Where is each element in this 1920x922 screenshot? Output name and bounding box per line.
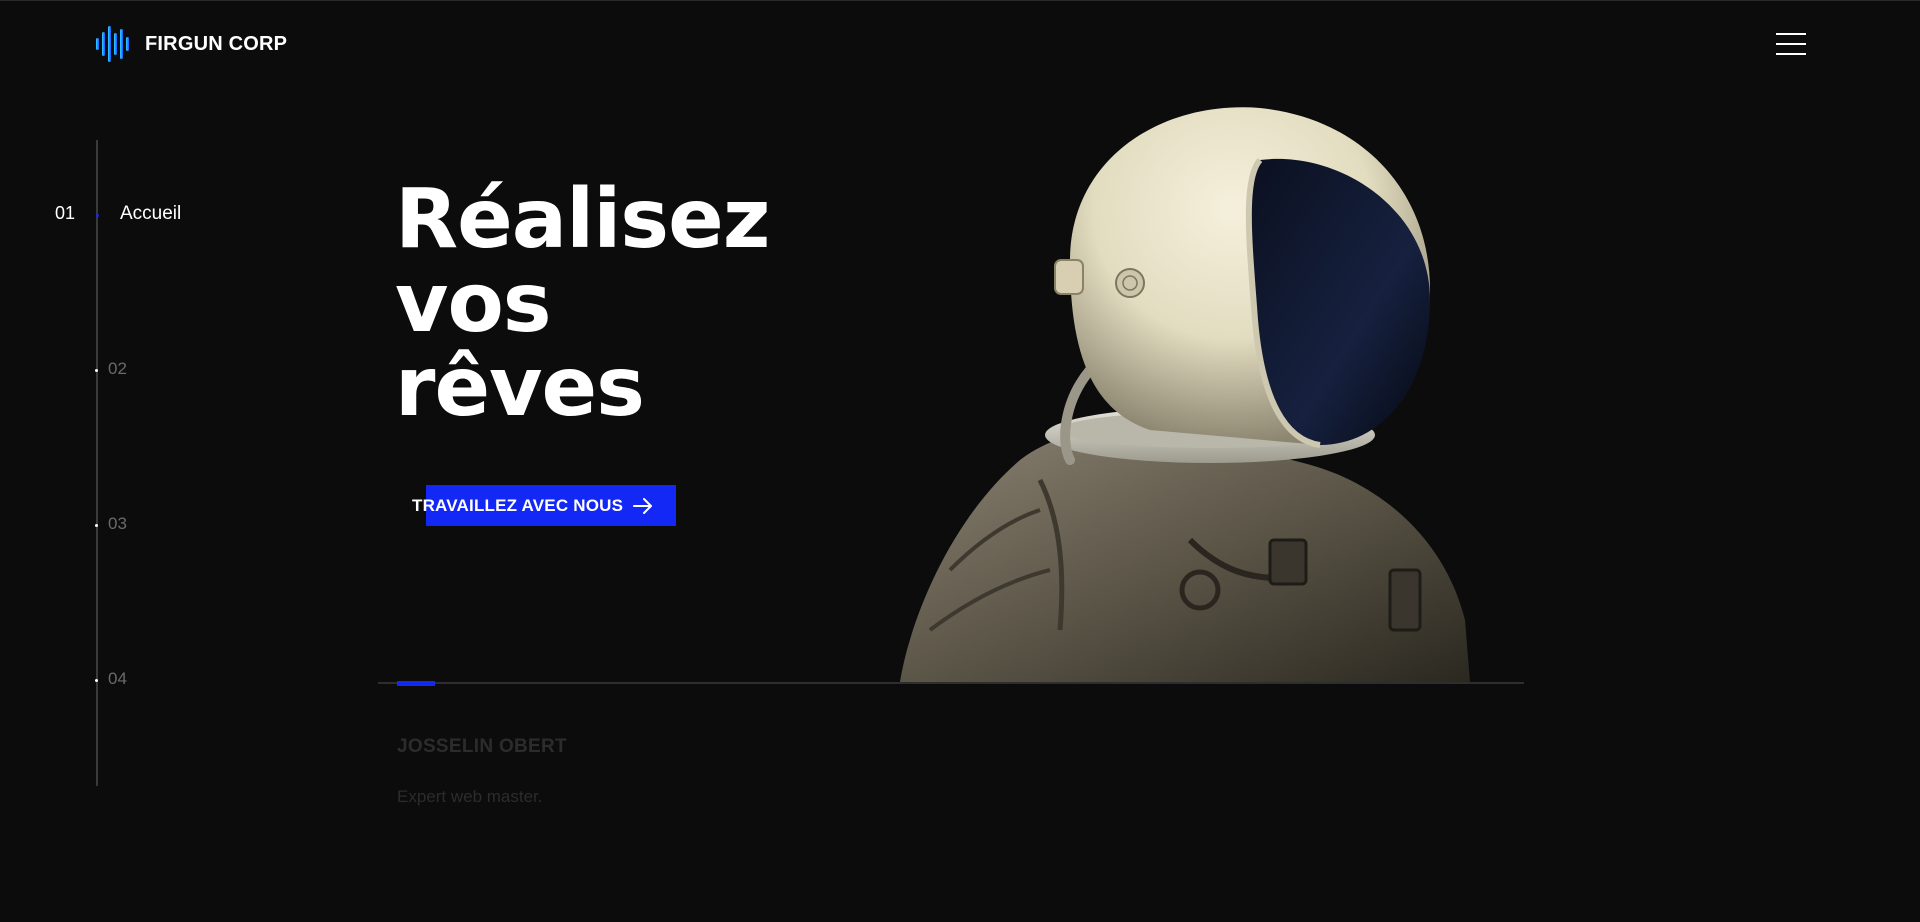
slide-nav-item-01[interactable]: 01 Accueil (55, 203, 181, 224)
slide-nav-item-03[interactable]: 03 (95, 514, 127, 534)
brand-name: FIRGUN CORP (145, 32, 288, 55)
slide-nav-number: 02 (108, 359, 127, 378)
work-with-us-label[interactable]: TRAVAILLEZ AVEC NOUS (412, 496, 653, 516)
slide-nav-dot (96, 214, 99, 217)
slide-author-role: Expert web master. (397, 787, 543, 806)
astronaut-image (900, 107, 1470, 682)
slide-nav-item-04[interactable]: 04 (95, 669, 127, 689)
slider-progress-fill (397, 681, 435, 686)
slide-nav-number: 04 (108, 669, 127, 688)
slider-progress-track[interactable] (378, 682, 1524, 684)
hero-title-line: vos (395, 256, 552, 351)
slide-nav-number: 03 (108, 514, 127, 533)
hero-title: Réalisez vos rêves (395, 172, 770, 435)
slide-nav-dot (95, 524, 98, 527)
top-border (0, 0, 1920, 1)
slide-nav-rail (96, 140, 98, 786)
arrow-right-icon (633, 498, 653, 514)
hamburger-line (1776, 53, 1806, 55)
hero-title-line: Réalisez (395, 172, 770, 267)
hero-title-line: rêves (395, 340, 645, 435)
slide-nav-dot (95, 369, 98, 372)
slide-author-name: JOSSELIN OBERT (397, 736, 567, 757)
brand-logo[interactable]: FIRGUN CORP (95, 25, 287, 63)
cta-text: TRAVAILLEZ AVEC NOUS (412, 496, 624, 515)
soundwave-logo-icon (96, 26, 129, 62)
hamburger-line (1776, 43, 1806, 45)
slide-nav-label: Accueil (120, 203, 182, 224)
slide-nav-dot (95, 679, 98, 682)
slide-nav-number: 01 (55, 203, 76, 223)
hamburger-icon[interactable] (1776, 33, 1808, 57)
slide-nav-item-02[interactable]: 02 (95, 359, 127, 379)
hamburger-line (1776, 33, 1806, 35)
